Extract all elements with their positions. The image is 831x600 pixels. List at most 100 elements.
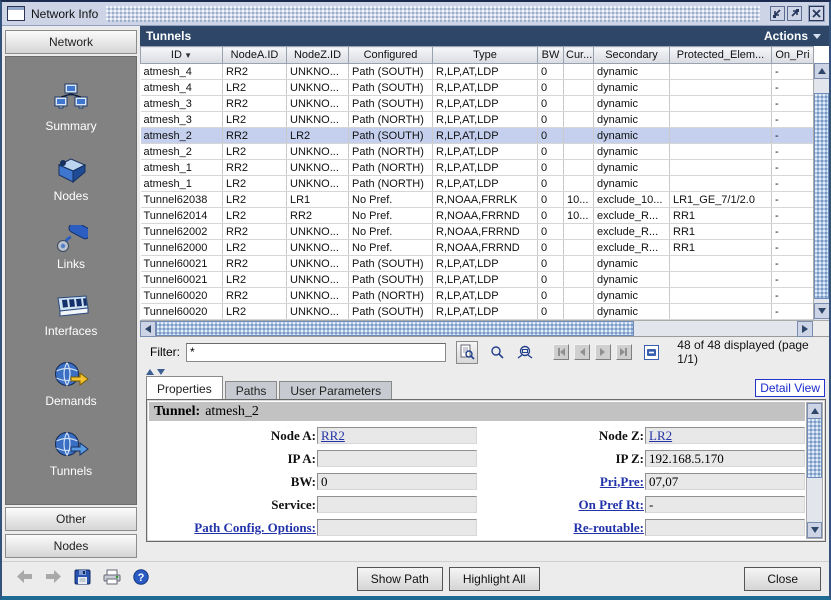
table-cell[interactable]: UNKNO... <box>287 288 349 304</box>
table-cell[interactable] <box>564 288 594 304</box>
column-header-secondary[interactable]: Secondary <box>594 47 670 64</box>
table-cell[interactable]: R,LP,AT,LDP <box>433 160 538 176</box>
props-scroll-up-icon[interactable] <box>807 403 822 419</box>
splitter-collapse-up-icon[interactable] <box>146 369 154 375</box>
table-cell[interactable]: atmesh_4 <box>141 64 223 80</box>
table-row[interactable]: Tunnel62000LR2UNKNO...No Pref.R,NOAA,FRR… <box>141 240 814 256</box>
column-header-protected-elem-[interactable]: Protected_Elem... <box>670 47 772 64</box>
table-cell[interactable]: 0 <box>538 288 564 304</box>
scroll-up-icon[interactable] <box>814 63 830 79</box>
table-cell[interactable]: 10... <box>564 208 594 224</box>
table-cell[interactable]: R,LP,AT,LDP <box>433 112 538 128</box>
maximize-icon[interactable] <box>787 6 802 21</box>
table-cell[interactable]: RR2 <box>223 224 287 240</box>
table-cell[interactable]: Path (SOUTH) <box>349 256 433 272</box>
table-cell[interactable]: LR2 <box>223 144 287 160</box>
sidebar-group-network[interactable]: Network <box>5 30 137 54</box>
table-cell[interactable]: dynamic <box>594 144 670 160</box>
table-cell[interactable]: R,LP,AT,LDP <box>433 64 538 80</box>
tab-paths[interactable]: Paths <box>225 381 278 399</box>
table-cell[interactable] <box>670 160 772 176</box>
table-cell[interactable]: Tunnel60021 <box>141 272 223 288</box>
table-cell[interactable]: dynamic <box>594 80 670 96</box>
table-cell[interactable]: RR2 <box>223 96 287 112</box>
filter-input[interactable] <box>186 343 446 362</box>
table-cell[interactable]: R,LP,AT,LDP <box>433 96 538 112</box>
table-cell[interactable]: Path (NORTH) <box>349 144 433 160</box>
table-vertical-scrollbar[interactable] <box>813 63 829 335</box>
table-cell[interactable]: - <box>772 272 814 288</box>
table-cell[interactable]: No Pref. <box>349 224 433 240</box>
sidebar-item-interfaces[interactable]: Interfaces <box>45 294 98 338</box>
column-header-id[interactable]: ID ▼ <box>141 47 223 64</box>
table-cell[interactable]: 0 <box>538 256 564 272</box>
table-cell[interactable]: - <box>772 208 814 224</box>
table-cell[interactable]: atmesh_3 <box>141 112 223 128</box>
table-row[interactable]: Tunnel60020RR2UNKNO...Path (NORTH)R,LP,A… <box>141 288 814 304</box>
table-cell[interactable]: RR2 <box>223 160 287 176</box>
table-cell[interactable]: R,LP,AT,LDP <box>433 256 538 272</box>
table-cell[interactable]: No Pref. <box>349 240 433 256</box>
table-cell[interactable]: - <box>772 240 814 256</box>
table-cell[interactable]: R,LP,AT,LDP <box>433 128 538 144</box>
forward-icon[interactable] <box>45 569 62 589</box>
table-cell[interactable]: LR2 <box>223 208 287 224</box>
prop-value[interactable]: LR2 <box>649 428 672 444</box>
table-cell[interactable]: Path (NORTH) <box>349 160 433 176</box>
column-header-nodea-id[interactable]: NodeA.ID <box>223 47 287 64</box>
table-row[interactable]: Tunnel60021LR2UNKNO...Path (SOUTH)R,LP,A… <box>141 272 814 288</box>
table-row[interactable]: Tunnel62038LR2LR1No Pref.R,NOAA,FRRLK010… <box>141 192 814 208</box>
help-icon[interactable]: ? <box>133 569 149 590</box>
table-cell[interactable]: UNKNO... <box>287 96 349 112</box>
table-row[interactable]: Tunnel60021RR2UNKNO...Path (SOUTH)R,LP,A… <box>141 256 814 272</box>
table-cell[interactable]: 0 <box>538 272 564 288</box>
table-cell[interactable]: R,LP,AT,LDP <box>433 272 538 288</box>
table-cell[interactable] <box>564 128 594 144</box>
table-cell[interactable]: RR1 <box>670 224 772 240</box>
table-cell[interactable]: Path (SOUTH) <box>349 96 433 112</box>
table-cell[interactable]: dynamic <box>594 96 670 112</box>
advanced-search-button[interactable] <box>456 341 479 364</box>
hscroll-track[interactable] <box>156 321 797 336</box>
table-cell[interactable]: Path (NORTH) <box>349 112 433 128</box>
table-cell[interactable] <box>670 64 772 80</box>
properties-scrollbar[interactable] <box>806 402 823 539</box>
table-cell[interactable] <box>670 272 772 288</box>
table-row[interactable]: atmesh_3RR2UNKNO...Path (SOUTH)R,LP,AT,L… <box>141 96 814 112</box>
table-cell[interactable]: 0 <box>538 192 564 208</box>
table-cell[interactable]: R,LP,AT,LDP <box>433 288 538 304</box>
table-cell[interactable] <box>564 304 594 320</box>
table-cell[interactable]: UNKNO... <box>287 224 349 240</box>
table-cell[interactable]: dynamic <box>594 288 670 304</box>
table-row[interactable]: atmesh_4LR2UNKNO...Path (SOUTH)R,LP,AT,L… <box>141 80 814 96</box>
table-cell[interactable]: UNKNO... <box>287 160 349 176</box>
column-header-bw[interactable]: BW <box>538 47 564 64</box>
table-cell[interactable]: exclude_10... <box>594 192 670 208</box>
detail-view-button[interactable]: Detail View <box>755 379 825 397</box>
table-cell[interactable]: Tunnel62002 <box>141 224 223 240</box>
table-cell[interactable]: R,NOAA,FRRLK <box>433 192 538 208</box>
table-cell[interactable] <box>564 80 594 96</box>
sidebar-group-nodes[interactable]: Nodes <box>5 534 137 558</box>
table-cell[interactable]: - <box>772 304 814 320</box>
split-divider[interactable] <box>140 367 829 376</box>
table-cell[interactable]: atmesh_2 <box>141 128 223 144</box>
table-cell[interactable] <box>670 128 772 144</box>
zoom-icon[interactable] <box>490 345 505 360</box>
prop-value[interactable]: RR2 <box>321 428 345 444</box>
table-cell[interactable]: 10... <box>564 192 594 208</box>
table-cell[interactable]: 0 <box>538 240 564 256</box>
table-cell[interactable]: LR2 <box>223 272 287 288</box>
table-cell[interactable]: UNKNO... <box>287 112 349 128</box>
table-cell[interactable] <box>564 144 594 160</box>
table-cell[interactable]: Tunnel62014 <box>141 208 223 224</box>
table-cell[interactable]: 0 <box>538 64 564 80</box>
table-cell[interactable]: - <box>772 160 814 176</box>
table-cell[interactable]: Tunnel62038 <box>141 192 223 208</box>
table-cell[interactable]: atmesh_2 <box>141 144 223 160</box>
next-page-icon[interactable] <box>595 344 611 360</box>
table-cell[interactable]: - <box>772 96 814 112</box>
table-cell[interactable]: RR2 <box>223 288 287 304</box>
table-cell[interactable]: R,NOAA,FRRND <box>433 224 538 240</box>
list-view-icon[interactable] <box>644 345 659 360</box>
